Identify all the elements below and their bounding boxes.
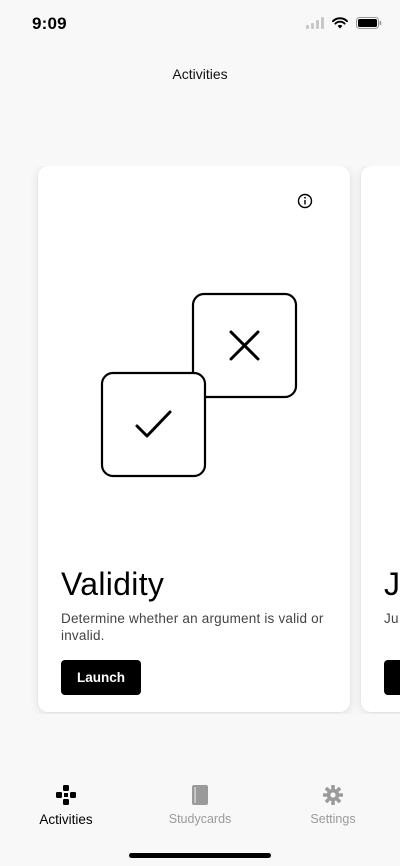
battery-icon <box>356 16 382 34</box>
tab-settings[interactable]: Settings <box>278 782 388 826</box>
card-title: J <box>384 566 400 602</box>
activity-card-next[interactable]: J Ju mi <box>361 166 400 712</box>
card-description: Determine whether an argument is valid o… <box>61 611 324 643</box>
gamepad-icon <box>55 782 77 808</box>
cross-box-icon <box>191 292 298 399</box>
book-icon <box>191 782 209 808</box>
status-icons <box>306 16 382 34</box>
card-title: Validity <box>61 566 165 602</box>
signal-icon <box>306 16 324 34</box>
tab-activities[interactable]: Activities <box>11 782 121 827</box>
launch-button[interactable] <box>384 660 400 695</box>
page-title: Activities <box>172 66 228 82</box>
tab-bar: Activities Studycards Settings <box>0 782 400 832</box>
activity-card-validity[interactable]: Validity Determine whether an argument i… <box>38 166 350 712</box>
tab-label: Activities <box>39 812 93 827</box>
checkmark-box-icon <box>100 371 207 478</box>
tab-studycards[interactable]: Studycards <box>145 782 255 826</box>
home-indicator <box>129 853 271 858</box>
activity-carousel[interactable]: Validity Determine whether an argument i… <box>0 166 400 714</box>
status-time: 9:09 <box>32 14 67 33</box>
tab-label: Settings <box>310 812 356 826</box>
wifi-icon <box>332 16 348 34</box>
status-bar: 9:09 <box>0 0 400 48</box>
validity-illustration <box>100 292 300 487</box>
card-description: Ju mi <box>384 611 400 626</box>
gear-icon <box>322 782 344 808</box>
tab-label: Studycards <box>168 812 232 826</box>
info-icon[interactable] <box>297 193 313 209</box>
launch-button[interactable]: Launch <box>61 660 141 695</box>
